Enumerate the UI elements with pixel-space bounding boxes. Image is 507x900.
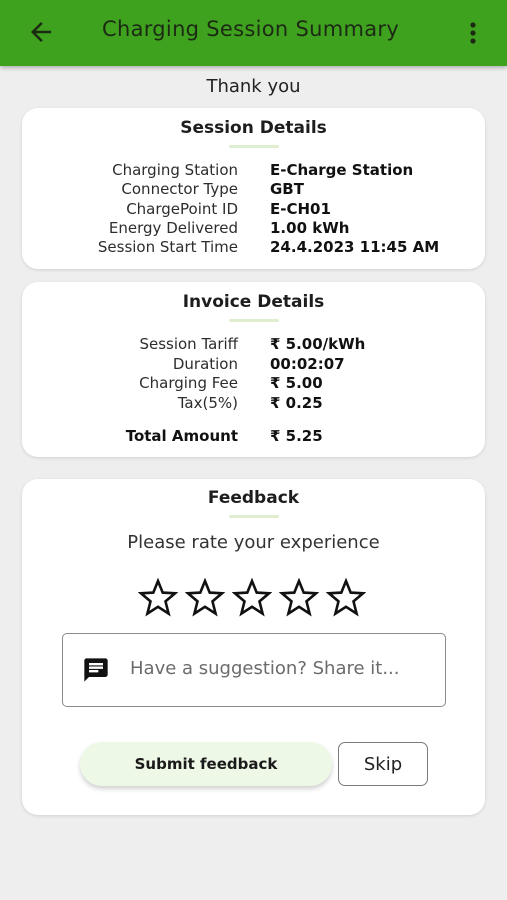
suggestion-input[interactable]: Have a suggestion? Share it... xyxy=(62,633,446,707)
session-row: ChargePoint ID E-CH01 xyxy=(22,200,485,220)
row-value: E-Charge Station xyxy=(270,161,414,179)
submit-feedback-button[interactable]: Submit feedback xyxy=(80,742,332,786)
star-icon[interactable] xyxy=(326,578,366,618)
session-row: Connector Type GBT xyxy=(22,180,485,200)
invoice-details-card: Invoice Details Session Tariff ₹ 5.00/kW… xyxy=(22,282,485,457)
row-value: ₹ 5.00 xyxy=(270,374,323,392)
row-label: Session Start Time xyxy=(97,238,238,256)
more-vertical-icon[interactable] xyxy=(465,18,481,48)
skip-button[interactable]: Skip xyxy=(338,742,428,786)
total-amount-label: Total Amount xyxy=(125,427,238,445)
invoice-total-row: Total Amount ₹ 5.25 xyxy=(22,427,485,447)
row-value: ₹ 0.25 xyxy=(270,394,323,412)
feedback-title: Feedback xyxy=(207,488,300,508)
row-label: Charging Station xyxy=(112,161,238,179)
star-icon[interactable] xyxy=(185,578,225,618)
title-underline xyxy=(229,319,279,322)
session-row: Energy Delivered 1.00 kWh xyxy=(22,219,485,239)
session-details-title: Session Details xyxy=(180,118,327,138)
app-bar: Charging Session Summary xyxy=(0,0,507,66)
total-amount-value: ₹ 5.25 xyxy=(270,427,323,445)
row-value: 24.4.2023 11:45 AM xyxy=(270,238,440,256)
row-label: Session Tariff xyxy=(139,335,238,353)
back-arrow-icon[interactable] xyxy=(26,17,56,47)
title-underline xyxy=(229,145,279,148)
row-label: Charging Fee xyxy=(139,374,238,392)
invoice-row: Duration 00:02:07 xyxy=(22,355,485,375)
row-label: Duration xyxy=(172,355,238,373)
thank-you-text: Thank you xyxy=(206,76,301,97)
row-label: Energy Delivered xyxy=(108,219,238,237)
row-value: ₹ 5.00/kWh xyxy=(270,335,366,353)
suggestion-placeholder: Have a suggestion? Share it... xyxy=(130,658,400,679)
row-value: 1.00 kWh xyxy=(270,219,350,237)
row-value: E-CH01 xyxy=(270,200,331,218)
row-value: 00:02:07 xyxy=(270,355,345,373)
rating-prompt: Please rate your experience xyxy=(127,532,380,553)
chat-message-icon xyxy=(84,658,108,682)
title-underline xyxy=(229,515,279,518)
invoice-row: Charging Fee ₹ 5.00 xyxy=(22,374,485,394)
row-label: Tax(5%) xyxy=(177,394,238,412)
row-label: Connector Type xyxy=(121,180,238,198)
star-icon[interactable] xyxy=(279,578,319,618)
row-label: ChargePoint ID xyxy=(126,200,238,218)
session-row: Session Start Time 24.4.2023 11:45 AM xyxy=(22,238,485,258)
session-details-card: Session Details Charging Station E-Charg… xyxy=(22,108,485,269)
star-icon[interactable] xyxy=(138,578,178,618)
star-icon[interactable] xyxy=(232,578,272,618)
row-value: GBT xyxy=(270,180,304,198)
invoice-row: Tax(5%) ₹ 0.25 xyxy=(22,394,485,414)
invoice-row: Session Tariff ₹ 5.00/kWh xyxy=(22,335,485,355)
session-row: Charging Station E-Charge Station xyxy=(22,161,485,181)
invoice-details-title: Invoice Details xyxy=(182,292,325,312)
page-title: Charging Session Summary xyxy=(102,17,400,41)
